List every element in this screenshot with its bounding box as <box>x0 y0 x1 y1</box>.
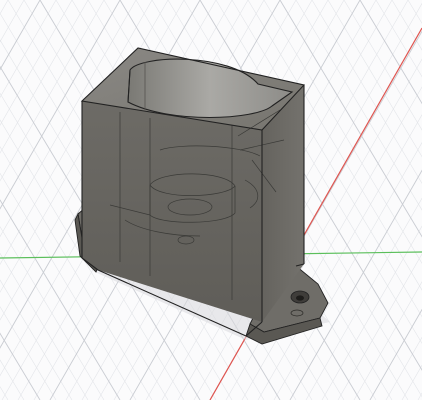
grid-line <box>359 0 422 105</box>
grid-line <box>327 0 422 158</box>
viewport-canvas[interactable] <box>0 0 422 400</box>
right-flange-hole-inner <box>296 295 304 301</box>
3d-viewport[interactable] <box>0 0 422 400</box>
grid-line <box>375 0 422 78</box>
grid-line <box>0 279 73 400</box>
bracket-model[interactable] <box>74 47 329 345</box>
